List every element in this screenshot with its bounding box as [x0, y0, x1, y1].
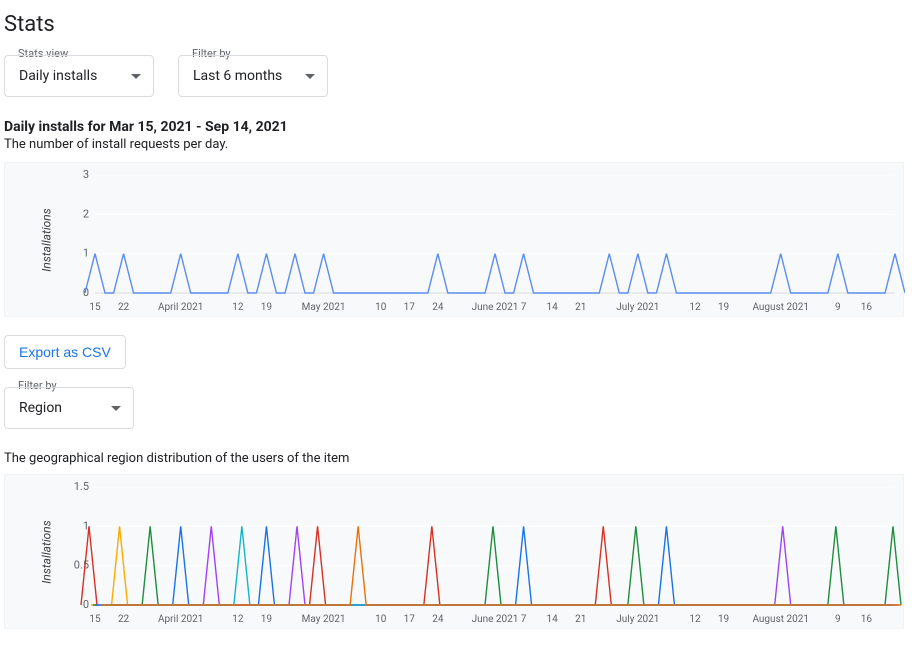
svg-text:16: 16	[861, 614, 873, 625]
installs-chart: Installations 01231522April 20211219May …	[4, 162, 904, 317]
svg-text:12: 12	[689, 302, 701, 313]
region-filter-select[interactable]: Region	[4, 387, 134, 429]
stats-view-select[interactable]: Daily installs	[4, 55, 154, 97]
svg-text:19: 19	[261, 614, 272, 625]
filter-row-region: Filter by Region	[4, 387, 910, 429]
svg-text:22: 22	[118, 302, 130, 313]
chart1-title: Daily installs for Mar 15, 2021 - Sep 14…	[4, 119, 910, 135]
svg-text:April 2021: April 2021	[158, 614, 203, 625]
export-csv-button[interactable]: Export as CSV	[4, 335, 126, 369]
svg-text:19: 19	[718, 302, 729, 313]
svg-text:24: 24	[432, 302, 444, 313]
svg-text:21: 21	[575, 614, 586, 625]
svg-text:9: 9	[835, 302, 841, 313]
svg-text:0: 0	[83, 598, 89, 611]
svg-text:June 2021: June 2021	[472, 302, 519, 313]
svg-text:June 2021: June 2021	[472, 614, 519, 625]
svg-text:7: 7	[521, 614, 527, 625]
svg-text:16: 16	[861, 302, 873, 313]
svg-text:17: 17	[404, 302, 416, 313]
svg-text:May 2021: May 2021	[302, 614, 346, 625]
svg-text:May 2021: May 2021	[302, 302, 346, 313]
svg-text:August 2021: August 2021	[752, 614, 809, 625]
svg-text:12: 12	[232, 302, 244, 313]
svg-text:April 2021: April 2021	[158, 302, 203, 313]
filter-by-select[interactable]: Last 6 months	[178, 55, 328, 97]
chart1-svg: 01231522April 20211219May 2021101724June…	[5, 163, 905, 318]
svg-text:10: 10	[375, 302, 387, 313]
region-chart: Installations 00.511.51522April 20211219…	[4, 474, 904, 629]
svg-text:1.5: 1.5	[74, 480, 89, 493]
svg-text:14: 14	[547, 302, 559, 313]
svg-text:12: 12	[232, 614, 244, 625]
svg-text:1: 1	[83, 247, 89, 260]
svg-text:15: 15	[89, 302, 101, 313]
svg-text:15: 15	[89, 614, 101, 625]
svg-text:0.5: 0.5	[74, 559, 89, 572]
svg-text:July 2021: July 2021	[616, 614, 659, 625]
svg-text:9: 9	[835, 614, 841, 625]
svg-text:19: 19	[261, 302, 272, 313]
chart1-subtitle: The number of install requests per day.	[4, 137, 910, 152]
svg-text:22: 22	[118, 614, 130, 625]
stats-view-select-wrap: Stats view Daily installs	[4, 55, 154, 97]
svg-text:24: 24	[432, 614, 444, 625]
svg-text:12: 12	[689, 614, 701, 625]
svg-text:3: 3	[83, 168, 89, 181]
svg-text:July 2021: July 2021	[616, 302, 659, 313]
svg-text:21: 21	[575, 302, 586, 313]
svg-text:17: 17	[404, 614, 416, 625]
svg-text:14: 14	[547, 614, 559, 625]
filter-row-top: Stats view Daily installs Filter by Last…	[4, 55, 910, 97]
page-title: Stats	[4, 12, 910, 37]
svg-text:7: 7	[521, 302, 527, 313]
region-chart-description: The geographical region distribution of …	[4, 451, 910, 466]
chart2-svg: 00.511.51522April 20211219May 2021101724…	[5, 475, 905, 630]
svg-text:10: 10	[375, 614, 387, 625]
svg-text:August 2021: August 2021	[752, 302, 809, 313]
svg-text:2: 2	[83, 207, 89, 220]
filter-by-select-wrap: Filter by Last 6 months	[178, 55, 328, 97]
svg-text:19: 19	[718, 614, 729, 625]
region-filter-wrap: Filter by Region	[4, 387, 134, 429]
